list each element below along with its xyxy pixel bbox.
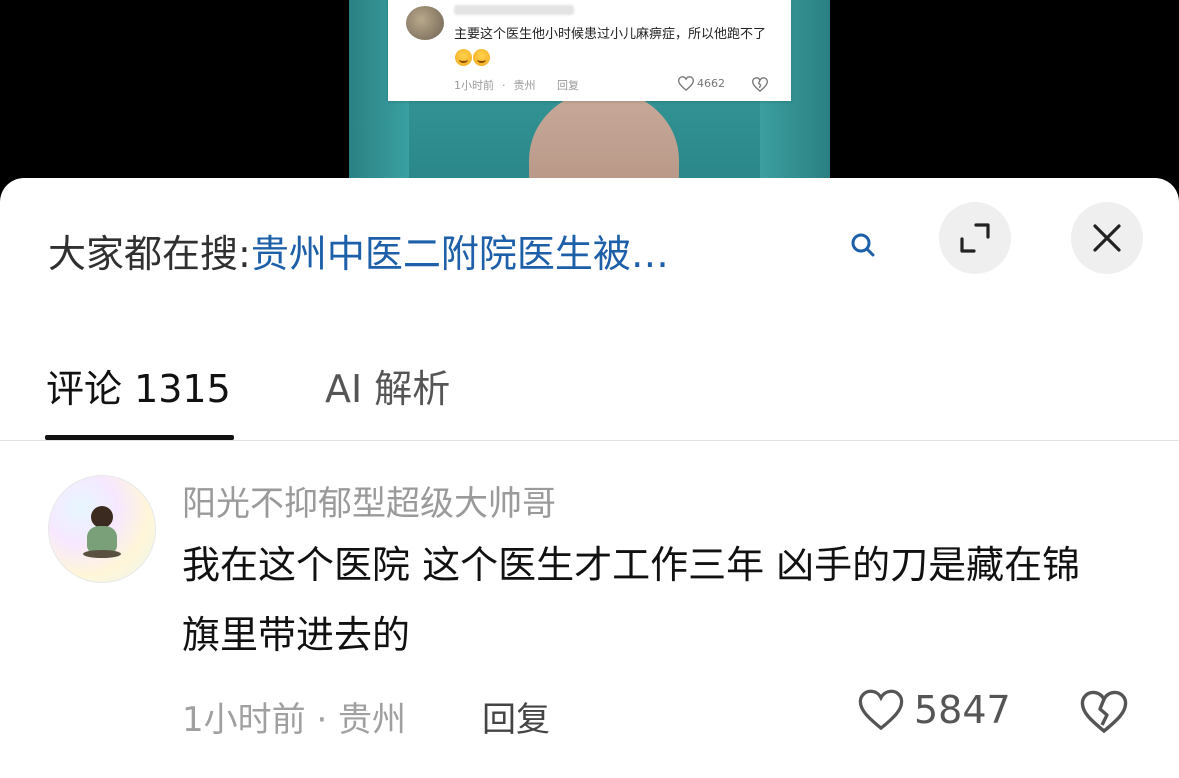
search-icon[interactable] (848, 230, 878, 260)
video-comment-meta: 1小时前 · 贵州 回复 (454, 79, 579, 92)
video-comment-location: 贵州 (513, 79, 536, 92)
expand-icon (960, 223, 990, 253)
video-comment-username-blurred (454, 5, 574, 15)
like-count: 5847 (914, 688, 1011, 732)
close-button[interactable] (1071, 202, 1143, 274)
video-comment-time: 1小时前 (454, 79, 494, 92)
comment-username[interactable]: 阳光不抑郁型超级大帅哥 (182, 476, 556, 525)
trending-search-query[interactable]: 贵州中医二附院医生被… (251, 223, 669, 278)
comment-body: 我在这个医院 这个医生才工作三年 凶手的刀是藏在锦旗里带进去的 (182, 543, 1081, 657)
heart-icon (678, 76, 694, 91)
trending-search[interactable]: 大家都在搜: 贵州中医二附院医生被… (48, 220, 818, 280)
video-comment-avatar (406, 6, 444, 40)
crying-emoji-icon (473, 49, 490, 66)
trending-search-prefix: 大家都在搜: (48, 231, 251, 276)
expand-button[interactable] (939, 202, 1011, 274)
comments-sheet: 大家都在搜: 贵州中医二附院医生被… 评论 1315 AI 解析 阳光不抑郁型超… (0, 178, 1179, 778)
broken-heart-icon (1080, 690, 1128, 734)
comment-item: 阳光不抑郁型超级大帅哥 我在这个医院 这个医生才工作三年 凶手的刀是藏在锦旗里带… (0, 472, 1179, 772)
video-comment-card: 主要这个医生他小时候患过小儿麻痹症，所以他跑不了 1小时前 · 贵州 回复 4662 (388, 0, 791, 101)
dislike-button[interactable] (1080, 690, 1128, 738)
video-comment-dislike (751, 77, 769, 95)
crying-emoji-icon (455, 49, 472, 66)
comment-meta: 1小时前 · 贵州 (182, 700, 407, 740)
tab-comments[interactable]: 评论 1315 (46, 358, 231, 413)
like-button[interactable]: 5847 (858, 688, 1011, 732)
avatar[interactable] (48, 475, 156, 583)
reply-button[interactable]: 回复 (482, 692, 550, 741)
tab-ai-analysis[interactable]: AI 解析 (325, 358, 450, 413)
broken-heart-icon (751, 77, 769, 93)
tabs-divider (0, 440, 1179, 441)
close-icon (1093, 224, 1121, 252)
heart-icon (858, 689, 904, 731)
video-comment-like-count: 4662 (697, 77, 725, 90)
video-comment-text: 主要这个医生他小时候患过小儿麻痹症，所以他跑不了 (454, 23, 774, 69)
comment-tabs: 评论 1315 AI 解析 (0, 348, 1179, 441)
video-comment-reply: 回复 (557, 79, 579, 92)
video-comment-like: 4662 (678, 76, 725, 91)
